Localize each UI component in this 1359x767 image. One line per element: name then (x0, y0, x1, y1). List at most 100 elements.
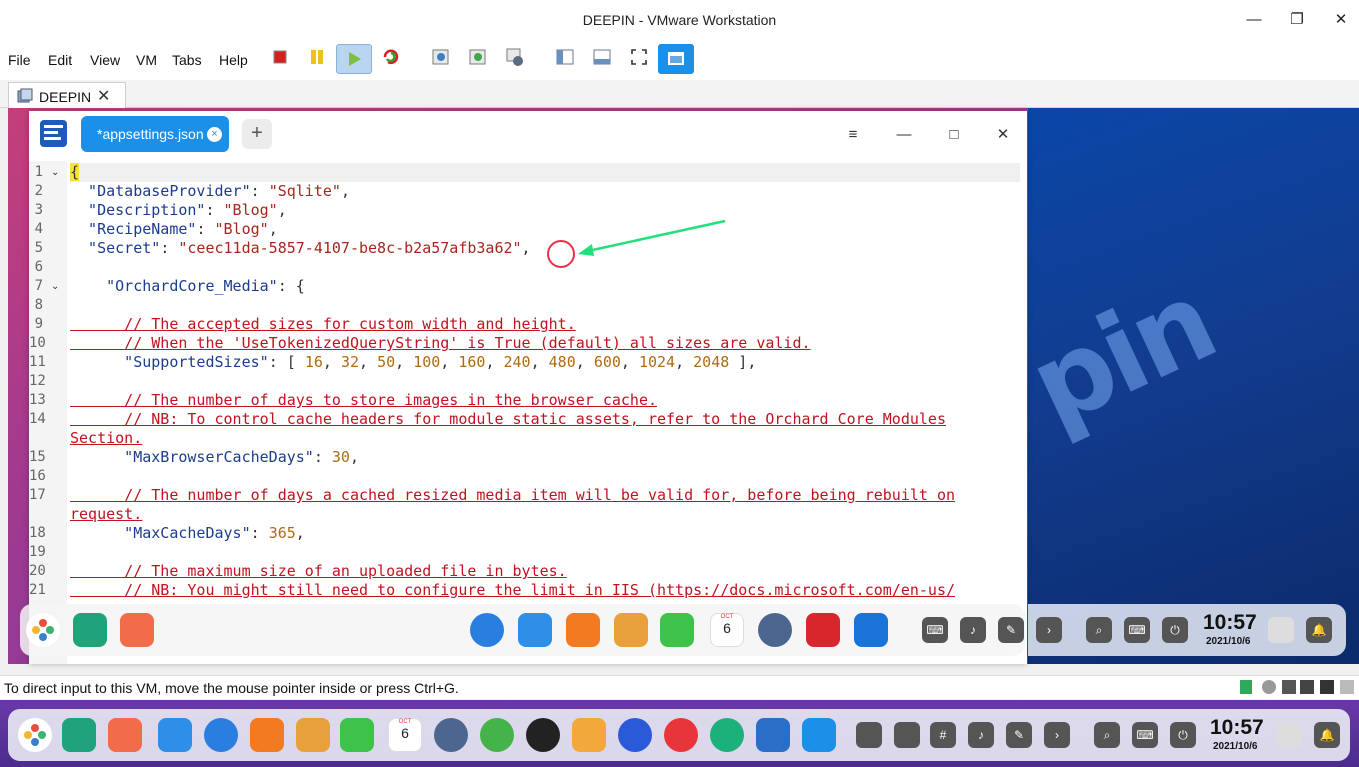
host-workspace-icon[interactable] (108, 718, 142, 752)
host-keyboard-icon[interactable]: ⌨ (1132, 722, 1158, 748)
play-icon[interactable] (336, 44, 372, 74)
pen-icon[interactable]: ✎ (998, 617, 1024, 643)
music-icon[interactable] (660, 613, 694, 647)
multitask-view-icon[interactable] (73, 613, 107, 647)
snapshot-icon[interactable] (428, 44, 454, 70)
revert-snapshot-icon[interactable] (465, 44, 491, 70)
menu-file[interactable]: File (8, 52, 31, 68)
host-app-store-icon[interactable] (250, 718, 284, 752)
snapshot-manager-icon[interactable] (502, 44, 528, 70)
code-line[interactable]: "RecipeName": "Blog", (70, 220, 278, 239)
host-file-manager-icon[interactable] (158, 718, 192, 752)
code-line[interactable]: // NB: To control cache headers for modu… (70, 410, 946, 429)
vm-clock-time[interactable]: 10:57 (1203, 611, 1257, 635)
workspace-icon[interactable] (120, 613, 154, 647)
power-menu-icon[interactable]: ⏻ (1162, 617, 1188, 643)
browser-icon[interactable] (470, 613, 504, 647)
fold-chevron-icon[interactable]: ⌄ (51, 163, 59, 182)
add-tab-button[interactable]: + (242, 119, 272, 149)
app-store-icon[interactable] (566, 613, 600, 647)
code-line[interactable]: // The maximum size of an uploaded file … (70, 562, 567, 581)
sidebar-icon[interactable] (552, 44, 578, 70)
host-trash-icon[interactable] (1276, 722, 1302, 748)
notification-icon[interactable]: 🔔 (1306, 617, 1332, 643)
terminal-icon[interactable] (806, 613, 840, 647)
fold-chevron-icon[interactable]: ⌄ (51, 277, 59, 296)
code-line[interactable]: "MaxCacheDays": 365, (70, 524, 305, 543)
code-line[interactable]: // The number of days a cached resized m… (70, 486, 955, 505)
editor-menu-icon[interactable]: ≡ (841, 123, 865, 147)
code-line[interactable]: "Description": "Blog", (70, 201, 287, 220)
settings-icon[interactable] (758, 613, 792, 647)
netease-music-icon[interactable] (664, 718, 698, 752)
host-photos-icon[interactable] (296, 718, 330, 752)
launcher-icon[interactable] (26, 613, 60, 647)
host-power-icon[interactable]: ⏻ (1170, 722, 1196, 748)
network-icon[interactable] (1262, 680, 1276, 694)
host-music-icon[interactable] (340, 718, 374, 752)
host-settings-icon[interactable] (434, 718, 468, 752)
host-vm-tray-icon[interactable] (894, 722, 920, 748)
host-chevron-right-icon[interactable]: › (1044, 722, 1070, 748)
editor-close-button[interactable]: ✕ (991, 123, 1015, 147)
pause-icon[interactable] (304, 44, 330, 70)
disk-icon[interactable] (1240, 680, 1252, 694)
console-view-icon[interactable] (589, 44, 615, 70)
host-launcher-icon[interactable] (18, 718, 52, 752)
code-line[interactable]: "DatabaseProvider": "Sqlite", (70, 182, 350, 201)
host-search-icon[interactable]: ⌕ (1094, 722, 1120, 748)
code-line[interactable]: "OrchardCore_Media": { (70, 277, 305, 296)
menu-vm[interactable]: VM (136, 52, 157, 68)
code-line[interactable]: "Secret": "ceec11da-5857-4107-be8c-b2a57… (70, 239, 531, 258)
unity-icon[interactable] (658, 44, 694, 74)
search-icon[interactable]: ⌕ (1086, 617, 1112, 643)
sound-card-icon[interactable] (1320, 680, 1334, 694)
host-pen-icon[interactable]: ✎ (1006, 722, 1032, 748)
code-line[interactable]: { (70, 163, 1020, 182)
firefox-icon[interactable] (618, 718, 652, 752)
code-line[interactable]: // The accepted sizes for custom width a… (70, 315, 576, 334)
code-line[interactable]: "MaxBrowserCacheDays": 30, (70, 448, 359, 467)
trash-icon[interactable] (1268, 617, 1294, 643)
vscode-icon[interactable] (756, 718, 790, 752)
fullscreen-icon[interactable] (626, 44, 652, 70)
calendar-icon[interactable]: OCT 6 (710, 613, 744, 647)
code-line[interactable]: "SupportedSizes": [ 16, 32, 50, 100, 160… (70, 353, 756, 372)
code-area[interactable]: { "DatabaseProvider": "Sqlite", "Descrip… (70, 161, 1020, 664)
menu-tabs[interactable]: Tabs (172, 52, 202, 68)
code-line[interactable]: // The number of days to store images in… (70, 391, 657, 410)
keyboard-layout-icon[interactable]: ⌨ (1124, 617, 1150, 643)
code-line[interactable]: // When the 'UseTokenizedQueryString' is… (70, 334, 810, 353)
restore-button[interactable]: ❐ (1283, 8, 1311, 32)
text-editor-icon[interactable] (854, 613, 888, 647)
usb-icon[interactable] (1282, 680, 1296, 694)
display-icon[interactable] (1340, 680, 1354, 694)
menu-edit[interactable]: Edit (48, 52, 72, 68)
edge-icon[interactable] (710, 718, 744, 752)
host-notification-icon[interactable]: 🔔 (1314, 722, 1340, 748)
vm-tab-close-icon[interactable]: ✕ (97, 86, 110, 106)
file-manager-icon[interactable] (518, 613, 552, 647)
wechat-icon[interactable] (480, 718, 514, 752)
editor-tab[interactable]: *appsettings.json × (81, 116, 229, 152)
keyboard-icon[interactable]: ⌨ (922, 617, 948, 643)
host-clock-time[interactable]: 10:57 (1210, 716, 1264, 740)
host-browser-icon[interactable] (204, 718, 238, 752)
menu-view[interactable]: View (90, 52, 120, 68)
host-browser-tray-icon[interactable] (856, 722, 882, 748)
editor-tab-close-icon[interactable]: × (207, 127, 222, 142)
code-line[interactable]: // NB: You might still need to configure… (70, 581, 955, 600)
restart-icon[interactable] (378, 44, 404, 70)
printer-icon[interactable] (1300, 680, 1314, 694)
input-method-icon[interactable]: # (930, 722, 956, 748)
vmware-icon[interactable] (572, 718, 606, 752)
menu-help[interactable]: Help (219, 52, 248, 68)
editor-maximize-button[interactable]: □ (942, 123, 966, 147)
code-line[interactable]: Section. (70, 429, 142, 448)
photos-icon[interactable] (614, 613, 648, 647)
vm-tab[interactable]: DEEPIN ✕ (8, 82, 126, 109)
editor-minimize-button[interactable]: — (892, 123, 916, 147)
qq-icon[interactable] (526, 718, 560, 752)
volume-icon[interactable]: ♪ (960, 617, 986, 643)
jetbrains-icon[interactable] (802, 718, 836, 752)
